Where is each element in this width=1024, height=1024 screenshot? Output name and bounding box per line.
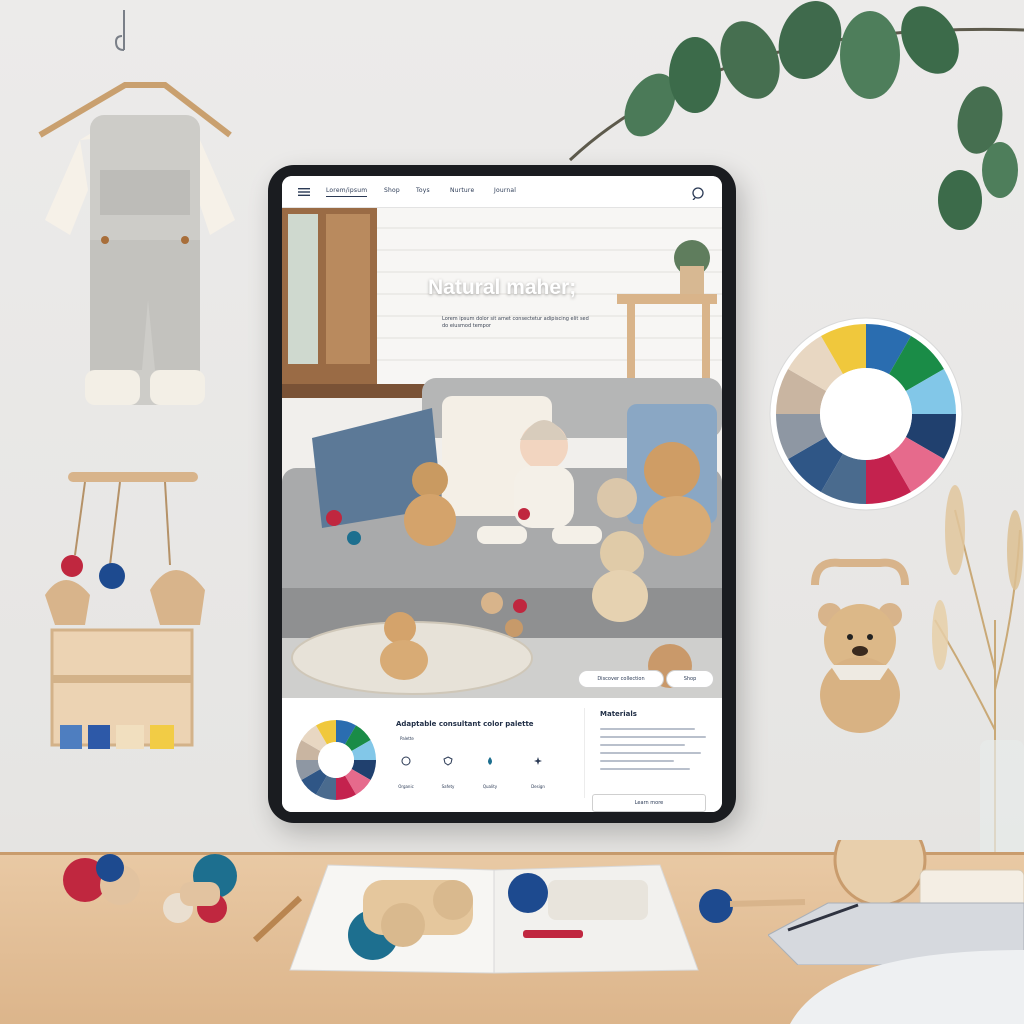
shop-button[interactable]: Shop xyxy=(666,670,714,688)
feature-organic: Organic xyxy=(386,756,426,789)
palette-tag: Palette xyxy=(400,736,414,741)
open-magazine xyxy=(289,864,699,974)
discover-collection-button[interactable]: Discover collection xyxy=(578,670,664,688)
feature-design: Design xyxy=(518,756,558,789)
feature-quality: Quality xyxy=(470,756,510,789)
baby-onesie-icon xyxy=(38,82,235,405)
panel-divider xyxy=(584,708,585,798)
pampas-grass-vase-icon xyxy=(932,485,1024,870)
hanger-hook-icon xyxy=(114,10,125,51)
nav-link-home[interactable]: Lorem/ipsum xyxy=(326,187,368,197)
droplet-icon xyxy=(488,757,492,765)
materials-text-lines xyxy=(600,728,706,776)
white-chair-back xyxy=(790,950,1024,1024)
search-icon[interactable] xyxy=(691,186,705,200)
sparkle-icon xyxy=(534,757,542,765)
nav-link-journal[interactable]: Journal xyxy=(494,187,516,194)
wooden-mobile-icon xyxy=(45,472,205,749)
nav-link-shop[interactable]: Shop xyxy=(384,187,400,194)
feature-safety: Safety xyxy=(428,756,468,789)
hero-subheading: Lorem ipsum dolor sit amet consectetur a… xyxy=(442,316,589,329)
learn-more-button[interactable]: Learn more xyxy=(592,794,706,812)
leaf-icon xyxy=(401,756,411,766)
materials-heading: Materials xyxy=(600,710,637,718)
feature-caption: Design xyxy=(531,784,545,789)
nav-link-toys[interactable]: Toys xyxy=(416,187,430,194)
shield-icon xyxy=(443,756,453,766)
hero-section: Natural maher; Lorem ipsum dolor sit ame… xyxy=(282,208,722,698)
palette-heading: Adaptable consultant color palette xyxy=(396,720,534,728)
teddy-bear-icon xyxy=(811,558,909,733)
top-navigation-bar: Lorem/ipsum Shop Toys Nurture Journal xyxy=(282,176,722,208)
feature-caption: Quality xyxy=(482,784,498,789)
color-wheel-chart xyxy=(296,720,376,800)
hamburger-menu-icon[interactable] xyxy=(298,188,310,196)
nav-link-nurture[interactable]: Nurture xyxy=(450,187,474,194)
feature-caption: Organic xyxy=(398,784,414,789)
tablet-screen: Lorem/ipsum Shop Toys Nurture Journal Na… xyxy=(282,176,722,812)
hero-heading: Natural maher; xyxy=(428,276,577,299)
feature-caption: Safety xyxy=(441,784,455,789)
